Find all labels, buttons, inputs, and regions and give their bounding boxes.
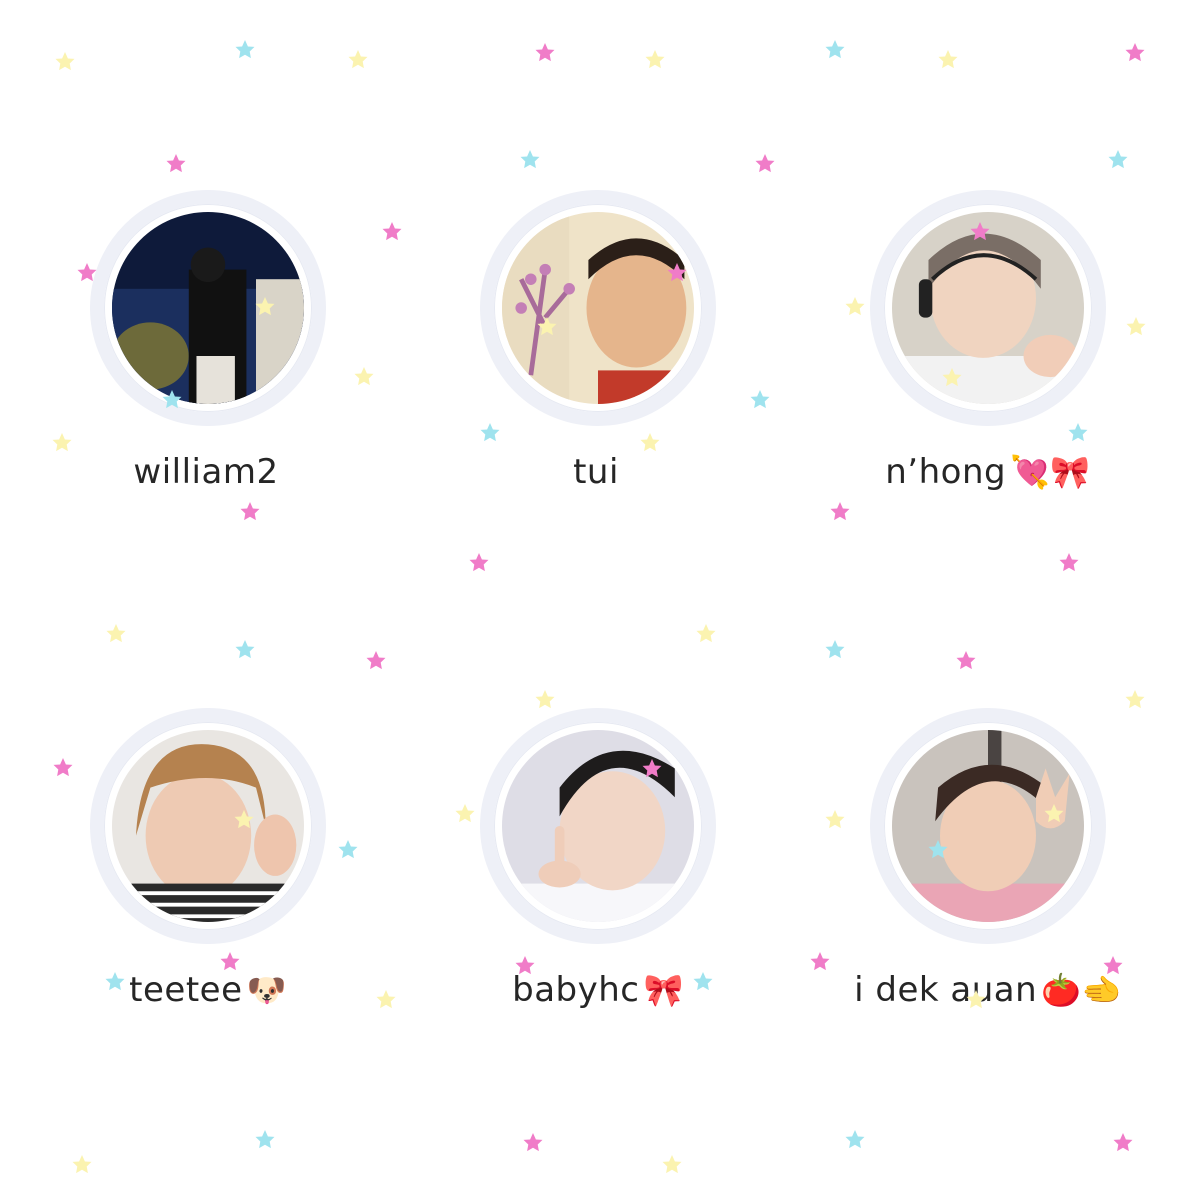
- username: n’hong 💘🎀: [808, 452, 1168, 492]
- star-icon: [662, 1155, 682, 1174]
- star-icon: [825, 40, 845, 59]
- star-icon: [645, 50, 665, 69]
- star-icon: [106, 624, 126, 643]
- star-icon: [845, 1130, 865, 1149]
- username-emoji: 🐶: [246, 971, 287, 1009]
- star-icon: [1113, 1133, 1133, 1152]
- star-icon: [255, 1130, 275, 1149]
- star-icon: [348, 50, 368, 69]
- username-emoji: 🎀: [643, 971, 684, 1009]
- star-icon: [956, 651, 976, 670]
- avatar[interactable]: [892, 212, 1084, 404]
- avatar[interactable]: [112, 212, 304, 404]
- avatar-photo-headphones: [892, 212, 1084, 404]
- avatar-ring: [90, 190, 326, 426]
- username-text: i dek auan: [854, 970, 1038, 1010]
- avatar-photo-child: [502, 212, 694, 404]
- star-icon: [938, 50, 958, 69]
- star-icon: [235, 640, 255, 659]
- avatar-ring: [480, 190, 716, 426]
- username-text: tui: [573, 452, 619, 492]
- avatar-photo-peace-sign: [892, 730, 1084, 922]
- star-icon: [1108, 150, 1128, 169]
- star-icon: [520, 150, 540, 169]
- profile-card-babyhc[interactable]: babyhc 🎀: [418, 708, 778, 1010]
- username-text: babyhc: [512, 970, 640, 1010]
- star-icon: [240, 502, 260, 521]
- star-icon: [523, 1133, 543, 1152]
- star-icon: [55, 52, 75, 71]
- profile-card-tui[interactable]: tui: [418, 190, 778, 492]
- username: teetee 🐶: [28, 970, 388, 1010]
- username: tui: [418, 452, 778, 492]
- avatar-ring: [870, 190, 1106, 426]
- avatar-ring: [90, 708, 326, 944]
- username: william2: [28, 452, 388, 492]
- profile-card-idekauan[interactable]: i dek auan 🍅🫲: [808, 708, 1168, 1010]
- profile-card-nhong[interactable]: n’hong 💘🎀: [808, 190, 1168, 492]
- star-icon: [1125, 43, 1145, 62]
- username: babyhc 🎀: [418, 970, 778, 1010]
- star-overlay: [52, 40, 1146, 1174]
- avatar[interactable]: [892, 730, 1084, 922]
- star-icon: [166, 154, 186, 173]
- avatar-photo-blond: [112, 730, 304, 922]
- username-text: teetee: [129, 970, 243, 1010]
- star-icon: [1125, 690, 1145, 709]
- profile-card-william2[interactable]: william2: [28, 190, 388, 492]
- star-icon: [1059, 553, 1079, 572]
- star-icon: [235, 40, 255, 59]
- star-icon: [825, 640, 845, 659]
- avatar-photo-night: [112, 212, 304, 404]
- star-icon: [469, 553, 489, 572]
- avatar-photo-finger-pose: [502, 730, 694, 922]
- avatar-ring: [870, 708, 1106, 944]
- star-icon: [535, 43, 555, 62]
- username: i dek auan 🍅🫲: [808, 970, 1168, 1010]
- avatar-ring: [480, 708, 716, 944]
- profile-card-teetee[interactable]: teetee 🐶: [28, 708, 388, 1010]
- star-icon: [366, 651, 386, 670]
- avatar[interactable]: [502, 730, 694, 922]
- star-icon: [535, 690, 555, 709]
- username-text: n’hong: [885, 452, 1007, 492]
- avatar[interactable]: [112, 730, 304, 922]
- star-icon: [830, 502, 850, 521]
- username-emoji: 💘🎀: [1010, 453, 1091, 491]
- username-text: william2: [133, 452, 279, 492]
- star-icon: [72, 1155, 92, 1174]
- username-emoji: 🍅🫲: [1041, 971, 1122, 1009]
- star-icon: [755, 154, 775, 173]
- avatar[interactable]: [502, 212, 694, 404]
- star-icon: [696, 624, 716, 643]
